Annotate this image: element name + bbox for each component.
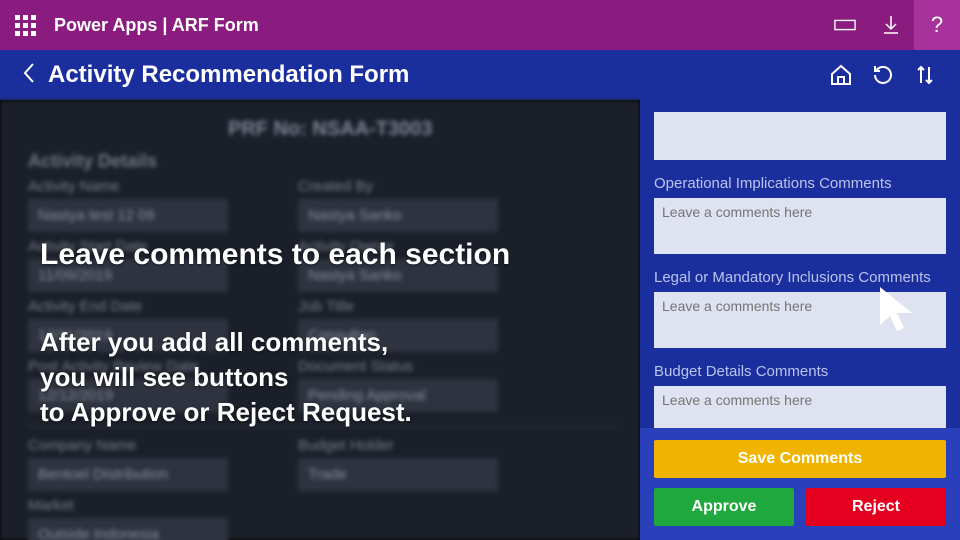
prf-number: PRF No: NSAA-T3003 (228, 118, 640, 141)
save-comments-button[interactable]: Save Comments (654, 440, 946, 478)
comments-budget[interactable] (654, 386, 946, 434)
input-budget-holder[interactable]: Trade (298, 458, 498, 491)
input-job-title[interactable]: Consultan (298, 319, 498, 352)
label-start-date: Activity Start Date (28, 238, 278, 255)
input-company[interactable]: Bentoel Distribution (28, 458, 228, 491)
page-nav: Activity Recommendation Form (0, 50, 960, 100)
comments-panel: Operational Implications Comments Legal … (640, 100, 960, 540)
comments-legal[interactable] (654, 292, 946, 348)
page-title: Activity Recommendation Form (48, 61, 409, 89)
app-title: Power Apps | ARF Form (54, 15, 259, 36)
fit-to-window-icon[interactable] (822, 0, 868, 50)
action-buttons: Save Comments Approve Reject (640, 428, 960, 540)
label-owner: Activity Owner (298, 238, 548, 255)
download-icon[interactable] (868, 0, 914, 50)
label-budget-holder: Budget Holder (298, 437, 548, 454)
label-created-by: Created By (298, 178, 548, 195)
input-doc-status[interactable]: Pending Approval (298, 379, 498, 412)
comments-general[interactable] (654, 112, 946, 160)
label-budget-comments: Budget Details Comments (654, 363, 946, 380)
input-review-date[interactable]: 12/12/2019 (28, 379, 228, 412)
label-review-date: Post Activity Review Date (28, 358, 278, 375)
label-activity-name: Activity Name (28, 178, 278, 195)
refresh-icon[interactable] (862, 54, 904, 96)
back-icon[interactable] (14, 62, 44, 89)
label-company: Company Name (28, 437, 278, 454)
input-activity-name[interactable]: Nastya test 12 09 (28, 199, 228, 232)
label-legal-comments: Legal or Mandatory Inclusions Comments (654, 269, 946, 286)
label-end-date: Activity End Date (28, 298, 278, 315)
input-owner[interactable]: Nastya Sanko (298, 259, 498, 292)
label-market: Market (28, 497, 278, 514)
app-header: Power Apps | ARF Form ? (0, 0, 960, 50)
sort-icon[interactable] (904, 54, 946, 96)
divider (28, 426, 616, 427)
input-start-date[interactable]: 11/09/2019 (28, 259, 228, 292)
label-op-comments: Operational Implications Comments (654, 175, 946, 192)
input-market[interactable]: Outside Indonesia (28, 518, 228, 540)
home-icon[interactable] (820, 54, 862, 96)
form-panel: PRF No: NSAA-T3003 Activity Details Acti… (0, 100, 640, 540)
section-header-activity: Activity Details (28, 151, 640, 172)
approve-button[interactable]: Approve (654, 488, 794, 526)
input-end-date[interactable]: 12/11/2019 (28, 319, 228, 352)
label-doc-status: Document Status (298, 358, 548, 375)
comments-operational[interactable] (654, 198, 946, 254)
reject-button[interactable]: Reject (806, 488, 946, 526)
label-job-title: Job Title (298, 298, 548, 315)
help-icon[interactable]: ? (914, 0, 960, 50)
app-launcher-icon[interactable] (0, 0, 50, 50)
input-created-by[interactable]: Nastya Sanko (298, 199, 498, 232)
